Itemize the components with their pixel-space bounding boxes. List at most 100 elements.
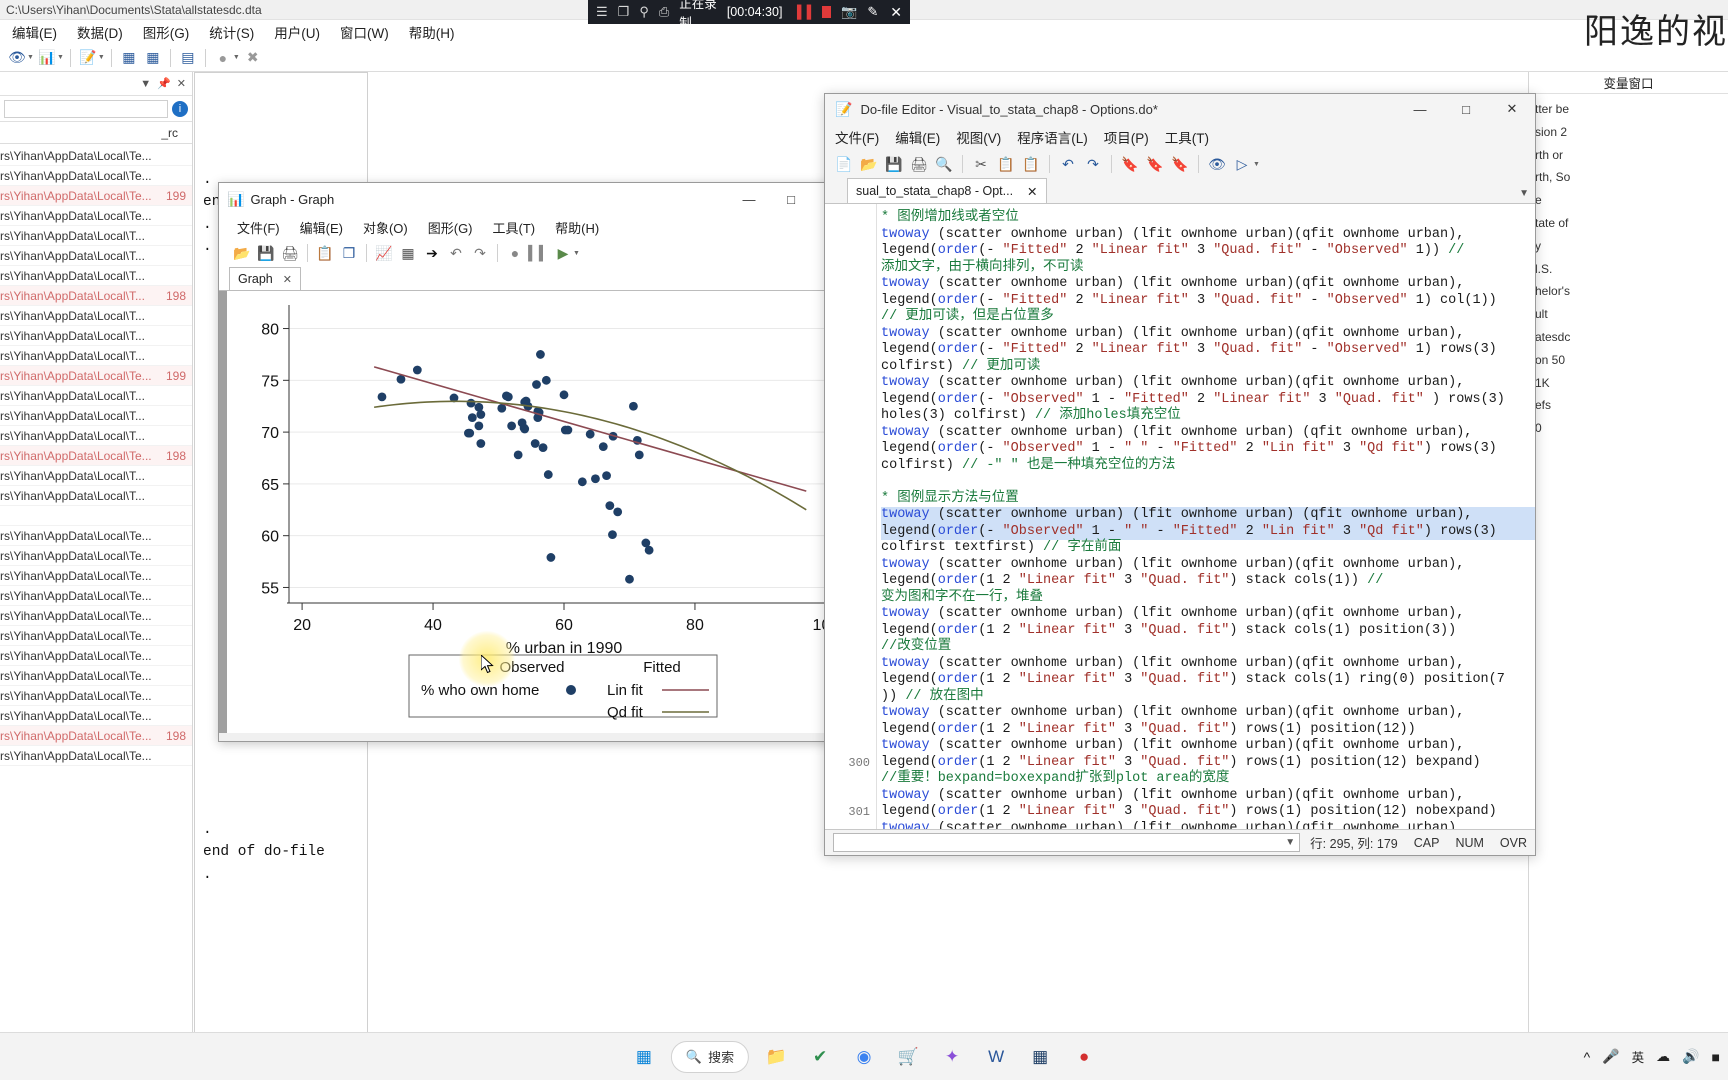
- menu-item-statistics[interactable]: 统计(S): [199, 20, 264, 44]
- tab-graph[interactable]: Graph ✕: [229, 267, 301, 290]
- variable-row[interactable]: tate of: [1535, 212, 1722, 235]
- variable-row[interactable]: atesdc: [1535, 326, 1722, 349]
- variable-row[interactable]: efs: [1535, 394, 1722, 417]
- log-icon[interactable]: ▦: [397, 242, 419, 264]
- code-line[interactable]: legend(order(1 2 "Linear fit" 3 "Quad. f…: [881, 755, 1535, 772]
- close-icon[interactable]: ✕: [890, 4, 902, 21]
- do-menu-project[interactable]: 项目(P): [1104, 127, 1149, 147]
- graph-menu-tools[interactable]: 工具(T): [493, 218, 536, 237]
- history-row[interactable]: rs\Yihan\AppData\Local\T...: [0, 486, 192, 506]
- code-line[interactable]: // 更加可读，但是占位置多: [881, 309, 1535, 326]
- code-line[interactable]: twoway (scatter ownhome urban) (lfit own…: [881, 276, 1535, 293]
- variable-row[interactable]: on 50: [1535, 349, 1722, 372]
- chevron-down-icon[interactable]: ▼: [27, 54, 34, 61]
- variable-row[interactable]: ult: [1535, 303, 1722, 326]
- code-line[interactable]: * 图例增加线或者空位: [881, 210, 1535, 227]
- file-explorer-icon[interactable]: 📁: [759, 1040, 793, 1074]
- code-line[interactable]: legend(order(- "Observed" 1 - " " - "Fit…: [881, 523, 1535, 540]
- variable-row[interactable]: helor's: [1535, 280, 1722, 303]
- save-icon[interactable]: 💾: [883, 153, 905, 175]
- code-line[interactable]: twoway (scatter ownhome urban) (lfit own…: [881, 557, 1535, 574]
- cut-icon[interactable]: ✂: [970, 153, 992, 175]
- redo-icon[interactable]: ↷: [469, 242, 491, 264]
- tab-scroll-icon[interactable]: ▼: [1519, 188, 1529, 199]
- close-icon[interactable]: ✕: [1489, 94, 1535, 124]
- code-line[interactable]: twoway (scatter ownhome urban) (lfit own…: [881, 821, 1535, 830]
- eye-icon[interactable]: 👁: [6, 47, 28, 69]
- history-search-input[interactable]: [4, 99, 168, 118]
- code-line[interactable]: * 图例显示方法与位置: [881, 491, 1535, 508]
- chevron-down-icon[interactable]: ▼: [98, 54, 105, 61]
- code-line[interactable]: twoway (scatter ownhome urban) (lfit own…: [881, 606, 1535, 623]
- do-menu-view[interactable]: 视图(V): [956, 127, 1001, 147]
- code-line[interactable]: holes(3) colfirst) // 添加holes填充空位: [881, 408, 1535, 425]
- history-row[interactable]: rs\Yihan\AppData\Local\Te... 199: [0, 366, 192, 386]
- code-line[interactable]: twoway (scatter ownhome urban) (lfit own…: [881, 425, 1535, 442]
- code-line[interactable]: 变为图和字不在一行，堆叠: [881, 590, 1535, 607]
- history-row[interactable]: rs\Yihan\AppData\Local\Te...: [0, 746, 192, 766]
- graph-menu-help[interactable]: 帮助(H): [555, 218, 599, 237]
- stop-icon[interactable]: [822, 6, 832, 18]
- new-var-icon[interactable]: ▦: [118, 47, 140, 69]
- graph-canvas-area[interactable]: 55606570758020406080100% urban in 1990Ob…: [219, 291, 854, 741]
- chevron-down-icon[interactable]: ▼: [1253, 161, 1260, 168]
- graph-menu-graphics[interactable]: 图形(G): [428, 218, 473, 237]
- variable-row[interactable]: sion 2: [1535, 121, 1722, 144]
- history-row[interactable]: rs\Yihan\AppData\Local\Te...: [0, 606, 192, 626]
- code-line[interactable]: legend(order(1 2 "Linear fit" 3 "Quad. f…: [881, 722, 1535, 739]
- play-icon[interactable]: ▶: [552, 242, 574, 264]
- pause-icon[interactable]: ▐▐: [792, 5, 812, 19]
- bookmark-prev-icon[interactable]: 🔖: [1144, 153, 1166, 175]
- graph-horizontal-scrollbar[interactable]: [219, 733, 854, 741]
- menu-item-help[interactable]: 帮助(H): [399, 20, 465, 44]
- code-line[interactable]: twoway (scatter ownhome urban) (lfit own…: [881, 507, 1535, 524]
- open-icon[interactable]: 📂: [858, 153, 880, 175]
- graph-menu-edit[interactable]: 编辑(E): [300, 218, 343, 237]
- bookmark-toggle-icon[interactable]: 🔖: [1119, 153, 1141, 175]
- menu-icon[interactable]: ☰: [596, 4, 608, 20]
- minimize-icon[interactable]: —: [1397, 94, 1443, 124]
- code-line[interactable]: legend(order(1 2 "Linear fit" 3 "Quad. f…: [881, 573, 1535, 590]
- code-line[interactable]: colfirst) // -" " 也是一种填充空位的方法: [881, 458, 1535, 475]
- data-editor-icon[interactable]: 📝: [77, 47, 99, 69]
- graph-menu-file[interactable]: 文件(F): [237, 218, 280, 237]
- execute-icon[interactable]: ▷: [1231, 153, 1253, 175]
- variable-row[interactable]: rth or: [1535, 144, 1722, 167]
- record-red-icon[interactable]: ●: [1067, 1040, 1101, 1074]
- code-line[interactable]: colfirst textfirst) // 字在前面: [881, 540, 1535, 557]
- history-row[interactable]: [0, 506, 192, 526]
- chevron-up-icon[interactable]: ^: [1584, 1049, 1591, 1065]
- pin-icon[interactable]: 📌: [157, 77, 171, 90]
- pointer-icon[interactable]: ➔: [421, 242, 443, 264]
- history-row[interactable]: rs\Yihan\AppData\Local\T...: [0, 406, 192, 426]
- history-row[interactable]: rs\Yihan\AppData\Local\Te...: [0, 626, 192, 646]
- history-row[interactable]: rs\Yihan\AppData\Local\T...: [0, 326, 192, 346]
- close-icon[interactable]: ✕: [283, 273, 292, 286]
- do-menu-tools[interactable]: 工具(T): [1165, 127, 1209, 147]
- variable-row[interactable]: rth, So: [1535, 166, 1722, 189]
- code-line[interactable]: legend(order(- "Fitted" 2 "Linear fit" 3…: [881, 342, 1535, 359]
- store-icon[interactable]: 🛒: [891, 1040, 925, 1074]
- variable-row[interactable]: 1K: [1535, 372, 1722, 395]
- do-menu-file[interactable]: 文件(F): [835, 127, 879, 147]
- code-line[interactable]: legend(order(- "Observed" 1 - " " - "Fit…: [881, 441, 1535, 458]
- chrome-icon[interactable]: ◉: [847, 1040, 881, 1074]
- menu-item-data[interactable]: 数据(D): [67, 20, 133, 44]
- menu-item-graphics[interactable]: 图形(G): [133, 20, 200, 44]
- copy-icon[interactable]: 📋: [995, 153, 1017, 175]
- chevron-down-icon[interactable]: ▼: [573, 250, 580, 257]
- code-line[interactable]: legend(order(1 2 "Linear fit" 3 "Quad. f…: [881, 623, 1535, 640]
- variable-row[interactable]: tter be: [1535, 98, 1722, 121]
- history-row[interactable]: rs\Yihan\AppData\Local\Te...: [0, 206, 192, 226]
- menu-item-user[interactable]: 用户(U): [264, 20, 330, 44]
- do-file-code-area[interactable]: 300 301 302 * 图例增加线或者空位twoway (scatter o…: [825, 204, 1535, 829]
- maximize-icon[interactable]: □: [1443, 94, 1489, 124]
- code-line[interactable]: legend(order(1 2 "Linear fit" 3 "Quad. f…: [881, 672, 1535, 689]
- break-icon[interactable]: ●: [212, 47, 234, 69]
- minimize-icon[interactable]: —: [728, 184, 770, 214]
- do-menu-language[interactable]: 程序语言(L): [1017, 127, 1088, 147]
- history-row[interactable]: rs\Yihan\AppData\Local\T...: [0, 466, 192, 486]
- graph-vertical-scrollbar[interactable]: [219, 291, 227, 741]
- code-line[interactable]: twoway (scatter ownhome urban) (lfit own…: [881, 788, 1535, 805]
- close-icon[interactable]: ✕: [1027, 184, 1037, 199]
